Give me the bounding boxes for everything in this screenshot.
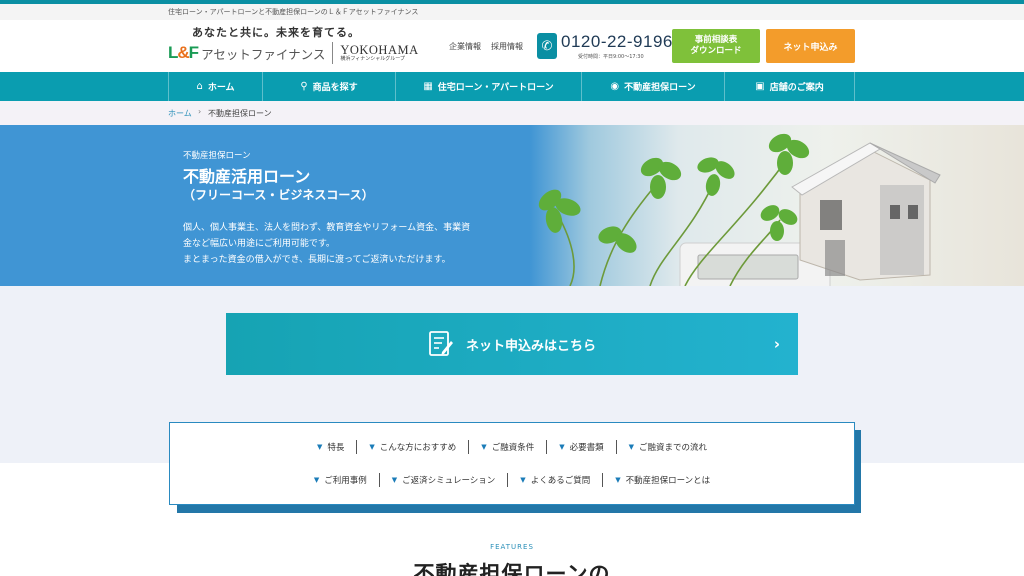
top-bar-text: 住宅ローン・アパートローンと不動産担保ローンのＬ＆Ｆアセットファイナンス [168, 8, 419, 16]
home-icon: ⌂ [196, 81, 203, 92]
anchor-link-cases[interactable]: ▼ ご利用事例 [302, 474, 379, 486]
brand-tagline: あなたと共に。未来を育てる。 [192, 26, 360, 39]
partner-sub: 横浜フィナンシャルグループ [340, 56, 405, 63]
anchor-nav: ▼ 特長 ▼ こんな方におすすめ ▼ ご融資条件 ▼ 必要書類 ▼ ご融資までの流れ ▼ ご… [169, 422, 855, 505]
breadcrumb-chevron-icon: › [198, 107, 202, 116]
anchor-label: ご利用事例 [324, 476, 367, 486]
search-icon: ⚲ [300, 81, 308, 92]
logo-mark: L&F [168, 43, 199, 62]
anchor-link-recommended[interactable]: ▼ こんな方におすすめ [357, 441, 468, 453]
download-consultation-button[interactable]: 事前相談表 ダウンロード [672, 29, 760, 63]
hero-banner: 不動産担保ローン 不動産活用ローン （フリーコース・ビジネスコース） 個人、個人… [0, 125, 1024, 286]
nav-item-real-estate-loan[interactable]: ◉ 不動産担保ローン [581, 72, 724, 101]
phone-number[interactable]: 0120-22-9196 [561, 32, 673, 52]
nav-item-home[interactable]: ⌂ ホーム [168, 72, 262, 101]
triangle-down-icon: ▼ [520, 476, 526, 484]
triangle-down-icon: ▼ [313, 476, 320, 484]
breadcrumb: ホーム › 不動産担保ローン [0, 101, 1024, 125]
triangle-down-icon: ▼ [481, 443, 487, 451]
nav-item-housing-loan[interactable]: ▦ 住宅ローン・アパートローン [395, 72, 581, 101]
anchor-label: ご返済シミュレーション [402, 476, 496, 486]
logo-name: アセットファイナンス [201, 46, 326, 62]
net-apply-button[interactable]: ネット申込み [766, 29, 855, 63]
house-clover-illustration [538, 133, 941, 286]
nav-label: 住宅ローン・アパートローン [437, 83, 554, 93]
link-recruit[interactable]: 採用情報 [491, 41, 523, 52]
global-nav: ⌂ ホーム ⚲ 商品を探す ▦ 住宅ローン・アパートローン ◉ 不動産担保ローン… [0, 72, 1024, 101]
anchor-label: よくあるご質問 [530, 476, 591, 486]
anchor-link-simulation[interactable]: ▼ ご返済シミュレーション [380, 474, 508, 486]
phone-hours: 受付時間：平日9:00～17:30 [578, 54, 644, 60]
top-bar: 住宅ローン・アパートローンと不動産担保ローンのＬ＆Ｆアセットファイナンス [0, 4, 1024, 20]
anchor-link-faq[interactable]: ▼ よくあるご質問 [508, 474, 602, 486]
features-eyebrow: FEATURES [490, 543, 534, 551]
breadcrumb-current: 不動産担保ローン [208, 109, 272, 118]
nav-item-search-products[interactable]: ⚲ 商品を探す [262, 72, 395, 101]
anchor-label: 不動産担保ローンとは [625, 476, 711, 486]
hero-description: 個人、個人事業主、法人を問わず、教育資金やリフォーム資金、事業資 金など幅広い用… [183, 220, 470, 268]
net-apply-banner-button[interactable]: ネット申込みはこちら › [226, 313, 798, 375]
anchor-label: こんな方におすすめ [379, 443, 457, 453]
site-logo[interactable]: L&F アセットファイナンス YOKOHAMA 横浜フィナンシャルグループ [168, 42, 419, 64]
anchor-link-documents[interactable]: ▼ 必要書類 [547, 441, 615, 453]
hero-desc-line: 個人、個人事業主、法人を問わず、教育資金やリフォーム資金、事業資 [183, 223, 471, 233]
partner-logo: YOKOHAMA 横浜フィナンシャルグループ [340, 44, 418, 63]
anchor-label: ご融資までの流れ [639, 443, 708, 453]
clover-leaves [538, 133, 810, 253]
nav-label: 店舗のご案内 [769, 83, 824, 93]
triangle-down-icon: ▼ [559, 443, 565, 451]
nav-label: ホーム [207, 83, 235, 93]
triangle-down-icon: ▼ [615, 476, 621, 484]
anchor-label: ご融資条件 [491, 443, 535, 453]
anchor-link-features[interactable]: ▼ 特長 [305, 441, 356, 453]
anchor-row-1: ▼ 特長 ▼ こんな方におすすめ ▼ ご融資条件 ▼ 必要書類 ▼ ご融資までの流れ [170, 440, 854, 454]
phone-icon: ✆ [537, 33, 557, 59]
store-icon: ▣ [755, 81, 765, 92]
anchor-link-flow[interactable]: ▼ ご融資までの流れ [617, 441, 719, 453]
hero-image [530, 125, 1024, 286]
partner-name: YOKOHAMA [340, 42, 419, 57]
features-title: 不動産担保ローンの [413, 562, 611, 576]
triangle-down-icon: ▼ [316, 443, 323, 451]
triangle-down-icon: ▼ [628, 443, 634, 451]
net-apply-banner-label: ネット申込みはこちら [465, 338, 596, 354]
hero-desc-line: 金など幅広い用途にご利用可能です。 [183, 239, 335, 249]
download-button-line2: ダウンロード [690, 46, 742, 56]
nav-label: 商品を探す [312, 83, 358, 93]
chevron-right-icon: › [773, 335, 780, 353]
link-company-info[interactable]: 企業情報 [449, 41, 481, 52]
building-icon: ▦ [423, 81, 433, 92]
download-button-line1: 事前相談表 [694, 35, 738, 46]
breadcrumb-home[interactable]: ホーム [168, 108, 192, 119]
logo-divider [332, 42, 334, 64]
hero-category: 不動産担保ローン [183, 151, 251, 161]
anchor-label: 特長 [327, 443, 345, 453]
anchor-label: 必要書類 [569, 443, 604, 453]
hero-subtitle: （フリーコース・ビジネスコース） [183, 188, 374, 202]
application-form-icon [429, 331, 453, 356]
nav-label: 不動産担保ローン [624, 83, 696, 93]
hero-desc-line: まとまった資金の借入ができ、長期に渡ってご返済いただけます。 [183, 255, 451, 265]
triangle-down-icon: ▼ [369, 443, 375, 451]
nav-item-stores[interactable]: ▣ 店舗のご案内 [724, 72, 855, 101]
model-house [791, 142, 941, 281]
anchor-link-conditions[interactable]: ▼ ご融資条件 [469, 441, 546, 453]
triangle-down-icon: ▼ [391, 476, 398, 484]
anchor-link-about[interactable]: ▼ 不動産担保ローンとは [603, 474, 722, 486]
anchor-row-2: ▼ ご利用事例 ▼ ご返済シミュレーション ▼ よくあるご質問 ▼ 不動産担保ローンとは [170, 473, 854, 487]
hero-title: 不動産活用ローン [183, 167, 311, 186]
money-bag-icon: ◉ [610, 81, 620, 92]
